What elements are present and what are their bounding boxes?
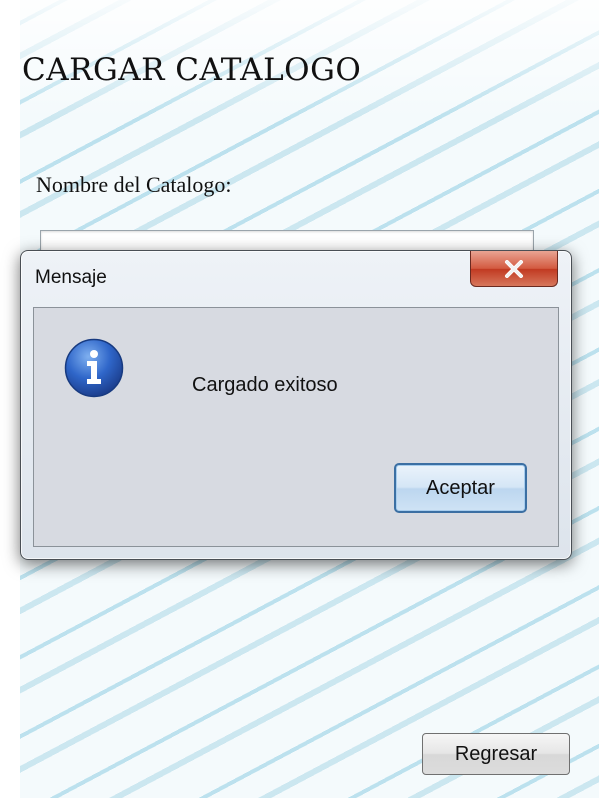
- page-title: CARGAR CATALOGO: [22, 52, 362, 88]
- dialog-close-button[interactable]: [470, 251, 558, 287]
- dialog-message: Cargado exitoso: [192, 374, 338, 396]
- back-button[interactable]: Regresar: [422, 733, 570, 775]
- info-icon: [64, 338, 124, 398]
- catalog-name-label: Nombre del Catalogo:: [36, 172, 232, 197]
- message-dialog: Mensaje Cargado exitoso Aceptar: [20, 250, 572, 560]
- ok-button[interactable]: Aceptar: [394, 463, 527, 513]
- left-margin: [0, 0, 20, 798]
- close-icon: [505, 259, 523, 278]
- dialog-title: Mensaje: [35, 267, 107, 288]
- dialog-content: Cargado exitoso Aceptar: [33, 307, 559, 547]
